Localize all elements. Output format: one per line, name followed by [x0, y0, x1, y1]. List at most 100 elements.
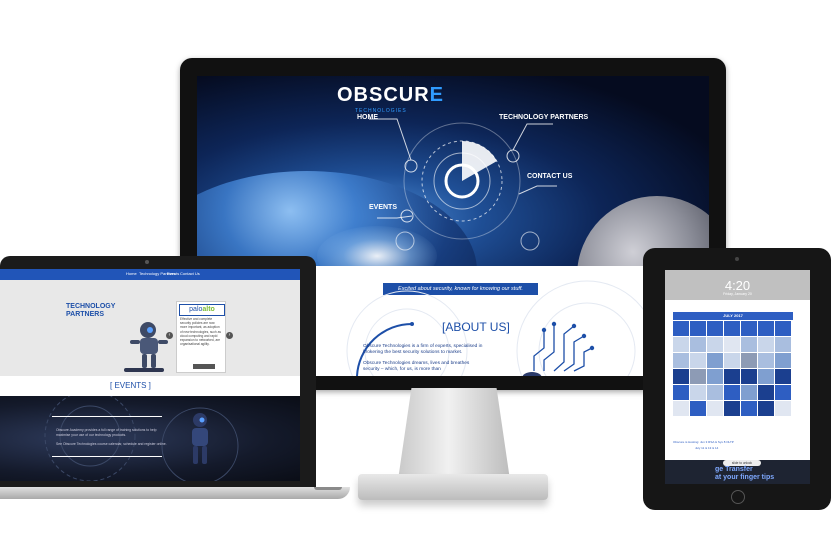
- calendar-day-cell[interactable]: [690, 369, 706, 384]
- lock-date: Friday, January 20: [723, 292, 752, 296]
- divider-top: [52, 416, 162, 417]
- lock-screen-header: 4:20 Friday, January 20: [665, 270, 810, 300]
- palo-alto-partner-card[interactable]: paloalto Effective and complete security…: [176, 301, 226, 373]
- calendar-day-cell[interactable]: [724, 321, 740, 336]
- calendar-day-cell[interactable]: [741, 321, 757, 336]
- lock-time: 4:20: [724, 278, 751, 293]
- nav-home[interactable]: HOME: [357, 114, 378, 121]
- events-paragraph-2: See Obscure Technologies course calendar…: [56, 442, 167, 446]
- calendar-day-cell[interactable]: [707, 369, 723, 384]
- calendar-day-cell[interactable]: [758, 385, 774, 400]
- events-paragraph-1: Obscure Academy provides a full range of…: [56, 428, 157, 437]
- calendar-day-cell[interactable]: [758, 337, 774, 352]
- camera-icon: [735, 257, 739, 261]
- calendar-day-cell[interactable]: [707, 337, 723, 352]
- logo-text: OBSCUR: [337, 84, 430, 106]
- logo-part-b: alto: [202, 306, 215, 313]
- calendar-day-cell[interactable]: [741, 401, 757, 416]
- palo-alto-logo: paloalto: [179, 304, 225, 316]
- laptop-screen: Home Technology Partners Events Contact …: [0, 269, 300, 481]
- robot-dark-illustration: [192, 413, 208, 464]
- divider-bottom: [52, 456, 162, 457]
- calendar-day-cell[interactable]: [707, 353, 723, 368]
- calendar-day-cell[interactable]: [690, 401, 706, 416]
- laptop-nav-home[interactable]: Home: [126, 271, 137, 276]
- about-paragraph-1: Obscure Technologies is a firm of expert…: [363, 344, 483, 355]
- calendar-day-cell[interactable]: [707, 385, 723, 400]
- chevron-right-icon[interactable]: ›: [226, 332, 233, 339]
- partner-description: Effective and complete security policies…: [180, 317, 221, 347]
- tablet-screen: 4:20 Friday, January 20 JULY 2017 Obscur…: [665, 270, 810, 484]
- about-us-text: Obscure Technologies is a firm of expert…: [363, 344, 485, 373]
- heading-line-2: PARTNERS: [66, 311, 104, 318]
- calendar-day-cell[interactable]: [741, 337, 757, 352]
- heading-line-1: TECHNOLOGY: [66, 303, 116, 310]
- logo-part-a: palo: [189, 306, 203, 313]
- calendar-day-cell[interactable]: [707, 401, 723, 416]
- home-button[interactable]: [731, 490, 745, 504]
- calendar-day-cell[interactable]: [741, 353, 757, 368]
- slogan-line-2: at your finger tips: [715, 474, 775, 481]
- circuit-brain-icon: [522, 321, 595, 376]
- calendar-day-cell[interactable]: [724, 337, 740, 352]
- laptop-notch: [314, 487, 342, 490]
- calendar-day-cell[interactable]: [690, 385, 706, 400]
- calendar-day-cell[interactable]: [758, 321, 774, 336]
- laptop-nav-contact-us[interactable]: Contact Us: [180, 271, 200, 276]
- calendar-day-cell[interactable]: [775, 369, 791, 384]
- gear-background: [44, 396, 239, 481]
- slogan-line-1: ge Transfer: [715, 466, 753, 473]
- chevron-left-icon[interactable]: ‹: [166, 332, 173, 339]
- calendar-day-cell[interactable]: [690, 321, 706, 336]
- calendar-day-cell[interactable]: [775, 385, 791, 400]
- calendar-day-cell[interactable]: [673, 337, 689, 352]
- monitor-stand-neck: [398, 388, 510, 480]
- events-section: Obscure Academy provides a full range of…: [0, 396, 300, 481]
- read-more-button[interactable]: [193, 364, 215, 369]
- calendar-day-cell[interactable]: [758, 353, 774, 368]
- calendar-day-cell[interactable]: [724, 385, 740, 400]
- hero-banner: OBSCURE TECHNOLOGIES HOME TECHNOLOGY PAR…: [197, 76, 709, 266]
- calendar-day-cell[interactable]: [707, 321, 723, 336]
- about-us-heading: [ABOUT US]: [442, 320, 510, 334]
- calendar-day-cell[interactable]: [741, 385, 757, 400]
- calendar-day-cell[interactable]: [673, 401, 689, 416]
- laptop: Home Technology Partners Events Contact …: [0, 256, 316, 488]
- calendar-day-cell[interactable]: [775, 401, 791, 416]
- calendar-day-cell[interactable]: [724, 353, 740, 368]
- camera-icon: [145, 260, 149, 264]
- calendar-day-cell[interactable]: [690, 353, 706, 368]
- laptop-hero: TECHNOLOGY PARTNERS paloalto Effective a…: [0, 280, 300, 376]
- calendar-event-2: July 11 & 13 & 14: [695, 446, 719, 450]
- calendar-day-cell[interactable]: [758, 401, 774, 416]
- calendar-day-cell[interactable]: [673, 385, 689, 400]
- calendar-day-cell[interactable]: [775, 353, 791, 368]
- calendar-day-cell[interactable]: [690, 337, 706, 352]
- calendar-day-cell[interactable]: [673, 321, 689, 336]
- nav-contact-us[interactable]: CONTACT US: [527, 173, 572, 180]
- laptop-nav-events[interactable]: Events: [167, 271, 179, 276]
- calendar-day-cell[interactable]: [775, 321, 791, 336]
- calendar-day-cell[interactable]: [775, 337, 791, 352]
- monitor-stand-base: [358, 474, 548, 500]
- calendar-day-cell[interactable]: [758, 369, 774, 384]
- calendar-day-cell[interactable]: [724, 401, 740, 416]
- events-heading: [ EVENTS ]: [110, 381, 151, 390]
- logo-text-e: E: [429, 84, 445, 106]
- nav-events[interactable]: EVENTS: [369, 204, 397, 211]
- calendar-day-cell[interactable]: [673, 353, 689, 368]
- calendar-day-cell[interactable]: [724, 369, 740, 384]
- tablet: 4:20 Friday, January 20 JULY 2017 Obscur…: [643, 248, 831, 510]
- calendar-day-cell[interactable]: [741, 369, 757, 384]
- hud-graphic: [369, 118, 557, 251]
- lock-screen-footer: slide to unlock ge Transfer at your fing…: [665, 460, 810, 484]
- robot-illustration: [124, 322, 168, 372]
- technology-partners-heading: TECHNOLOGY PARTNERS: [66, 303, 115, 319]
- calendar-event-1: Obscure is Hosting: Jun 3 RSA & Sys 8 OL…: [673, 440, 734, 444]
- obscure-logo[interactable]: OBSCURE: [337, 84, 444, 107]
- nav-technology-partners[interactable]: TECHNOLOGY PARTNERS: [499, 114, 588, 121]
- laptop-base: [0, 487, 350, 499]
- slogan: ge Transfer at your finger tips: [715, 466, 774, 482]
- calendar-month: JULY 2017: [673, 312, 793, 320]
- calendar-day-cell[interactable]: [673, 369, 689, 384]
